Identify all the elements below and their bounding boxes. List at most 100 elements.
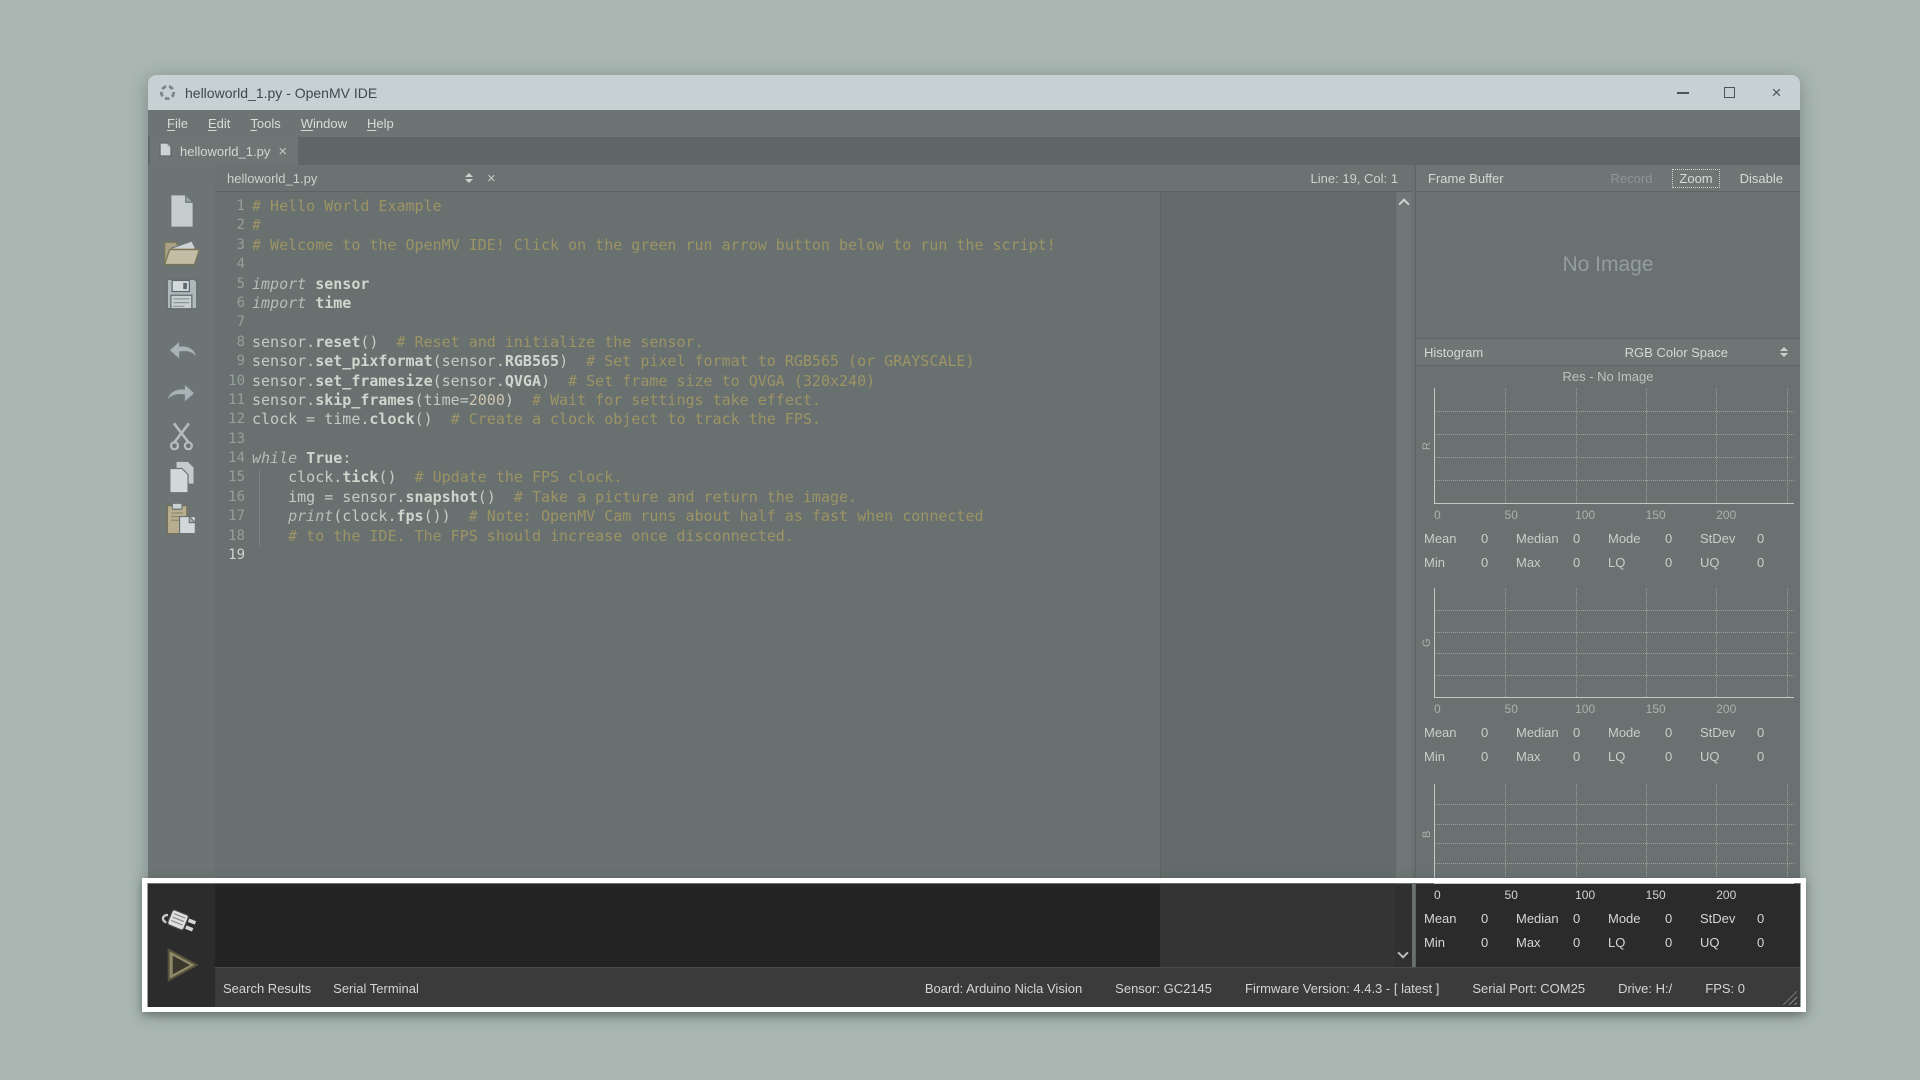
bottom-tab-serial-terminal[interactable]: Serial Terminal xyxy=(333,981,419,996)
tab-helloworld[interactable]: helloworld_1.py × xyxy=(150,137,298,165)
gridline-h xyxy=(1435,610,1794,611)
tick-label: 150 xyxy=(1646,702,1666,716)
stat-value: 0 xyxy=(1573,935,1580,950)
window-title: helloworld_1.py - OpenMV IDE xyxy=(185,85,377,101)
stat: Min0 xyxy=(1424,555,1516,570)
histogram-channel-g: G050100150200Mean0Median0Mode0StDev0Min0… xyxy=(1416,588,1800,768)
close-button[interactable]: × xyxy=(1753,75,1800,110)
scrollbar-dark-section[interactable] xyxy=(1395,884,1412,967)
undo-button[interactable] xyxy=(160,331,204,371)
tick-label: 150 xyxy=(1646,888,1666,902)
code-text: sensor.skip_frames(time=2000) # Wait for… xyxy=(245,391,821,410)
open-folder-button[interactable] xyxy=(160,234,204,274)
minimize-icon xyxy=(1677,92,1689,94)
tick-label: 100 xyxy=(1575,888,1595,902)
document-selector[interactable]: helloworld_1.py xyxy=(215,171,473,186)
editor-scrollbar[interactable] xyxy=(1395,192,1412,884)
code-text xyxy=(245,546,252,565)
cut-button[interactable] xyxy=(160,418,204,458)
tick-label: 100 xyxy=(1575,702,1595,716)
code-text: import time xyxy=(245,294,351,313)
code-editor[interactable]: 1# Hello World Example2#3# Welcome to th… xyxy=(215,192,1412,884)
chart-plot-wrap: R xyxy=(1416,388,1800,504)
no-image-text: No Image xyxy=(1562,253,1653,277)
frame-buffer-disable-button[interactable]: Disable xyxy=(1733,169,1790,188)
gridline-h xyxy=(1435,804,1794,805)
new-file-icon xyxy=(167,193,197,234)
stat-label: LQ xyxy=(1608,555,1665,570)
bottom-tab-search-results[interactable]: Search Results xyxy=(223,981,311,996)
output-panel-right xyxy=(1160,884,1395,967)
tick-label: 50 xyxy=(1505,702,1518,716)
stat-value: 0 xyxy=(1481,935,1488,950)
stat-label: Median xyxy=(1516,725,1573,740)
color-space-select[interactable]: RGB Color Space xyxy=(1625,345,1728,360)
stat-label: Mean xyxy=(1424,911,1481,926)
openmv-logo-icon xyxy=(159,84,176,101)
stat: Median0 xyxy=(1516,911,1608,926)
code-line: 2# xyxy=(215,216,1395,235)
stat: Max0 xyxy=(1516,555,1608,570)
screen: helloworld_1.py - OpenMV IDE × FileEditT… xyxy=(0,0,1920,1080)
tab-close-icon[interactable]: × xyxy=(278,144,287,159)
redo-icon xyxy=(164,378,200,411)
code-text xyxy=(245,255,252,274)
stat-value: 0 xyxy=(1573,531,1580,546)
histogram-header: Histogram RGB Color Space xyxy=(1416,339,1800,366)
openmv-ide-window: helloworld_1.py - OpenMV IDE × FileEditT… xyxy=(148,75,1800,1008)
stat: Median0 xyxy=(1516,725,1608,740)
redo-button[interactable] xyxy=(160,374,204,414)
code-text: # Welcome to the OpenMV IDE! Click on th… xyxy=(245,236,1056,255)
stats-row: Mean0Median0Mode0StDev0 xyxy=(1416,720,1800,744)
menu-item-file[interactable]: File xyxy=(157,112,198,135)
gridline-v xyxy=(1505,784,1506,883)
new-file-button[interactable] xyxy=(160,193,204,233)
copy-button[interactable] xyxy=(160,459,204,499)
save-button[interactable] xyxy=(160,276,204,316)
maximize-button[interactable] xyxy=(1706,75,1753,110)
line-number: 12 xyxy=(215,410,245,429)
x-axis-ticks: 050100150200 xyxy=(1434,884,1794,906)
tick-label: 200 xyxy=(1716,888,1736,902)
menu-item-help[interactable]: Help xyxy=(357,112,404,135)
document-close-icon[interactable]: × xyxy=(487,170,496,187)
menu-item-tools[interactable]: Tools xyxy=(240,112,290,135)
stat-value: 0 xyxy=(1757,555,1764,570)
gridline-h xyxy=(1435,457,1794,458)
histogram-channel-b: B050100150200Mean0Median0Mode0StDev0Min0… xyxy=(1416,784,1800,954)
code-line: 5import sensor xyxy=(215,275,1395,294)
code-text: # Hello World Example xyxy=(245,197,442,216)
run-script-button[interactable] xyxy=(160,945,204,985)
code-line: 13 xyxy=(215,430,1395,449)
menu-item-edit[interactable]: Edit xyxy=(198,112,240,135)
histogram-charts: R 0 50 100 150 200 Mean0Median0Mode0StDev0 Min0… xyxy=(1416,388,1800,954)
frame-buffer-record-button[interactable]: Record xyxy=(1603,169,1659,188)
code-lines: 1# Hello World Example2#3# Welcome to th… xyxy=(215,197,1395,565)
stat-value: 0 xyxy=(1481,725,1488,740)
line-number: 18 xyxy=(215,527,245,546)
frame-buffer-panel: Frame Buffer RecordZoomDisable No Image … xyxy=(1415,165,1800,967)
line-number: 8 xyxy=(215,333,245,352)
stat: Mean0 xyxy=(1424,725,1516,740)
paste-button[interactable] xyxy=(160,501,204,541)
paste-icon xyxy=(165,502,199,541)
gridline-h xyxy=(1435,632,1794,633)
frame-buffer-zoom-button[interactable]: Zoom xyxy=(1672,169,1719,188)
connect-button[interactable] xyxy=(160,903,204,943)
code-line: 9sensor.set_pixformat(sensor.RGB565) # S… xyxy=(215,352,1395,371)
stat-value: 0 xyxy=(1757,935,1764,950)
scroll-down-icon xyxy=(1397,947,1408,958)
gridline-v xyxy=(1646,388,1647,503)
code-text: clock = time.clock() # Create a clock ob… xyxy=(245,410,821,429)
cut-icon xyxy=(167,420,197,457)
code-line: 17 print(clock.fps()) # Note: OpenMV Cam… xyxy=(215,507,1395,526)
minimize-button[interactable] xyxy=(1659,75,1706,110)
chart-plot-wrap: G xyxy=(1416,588,1800,698)
line-number: 4 xyxy=(215,255,245,274)
tick-label: 0 xyxy=(1434,888,1441,902)
code-text: sensor.reset() # Reset and initialize th… xyxy=(245,333,704,352)
tick-label: 50 xyxy=(1505,508,1518,522)
menu-item-window[interactable]: Window xyxy=(291,112,357,135)
stat: LQ0 xyxy=(1608,935,1700,950)
stats-row: Mean0Median0Mode0StDev0 xyxy=(1416,906,1800,930)
